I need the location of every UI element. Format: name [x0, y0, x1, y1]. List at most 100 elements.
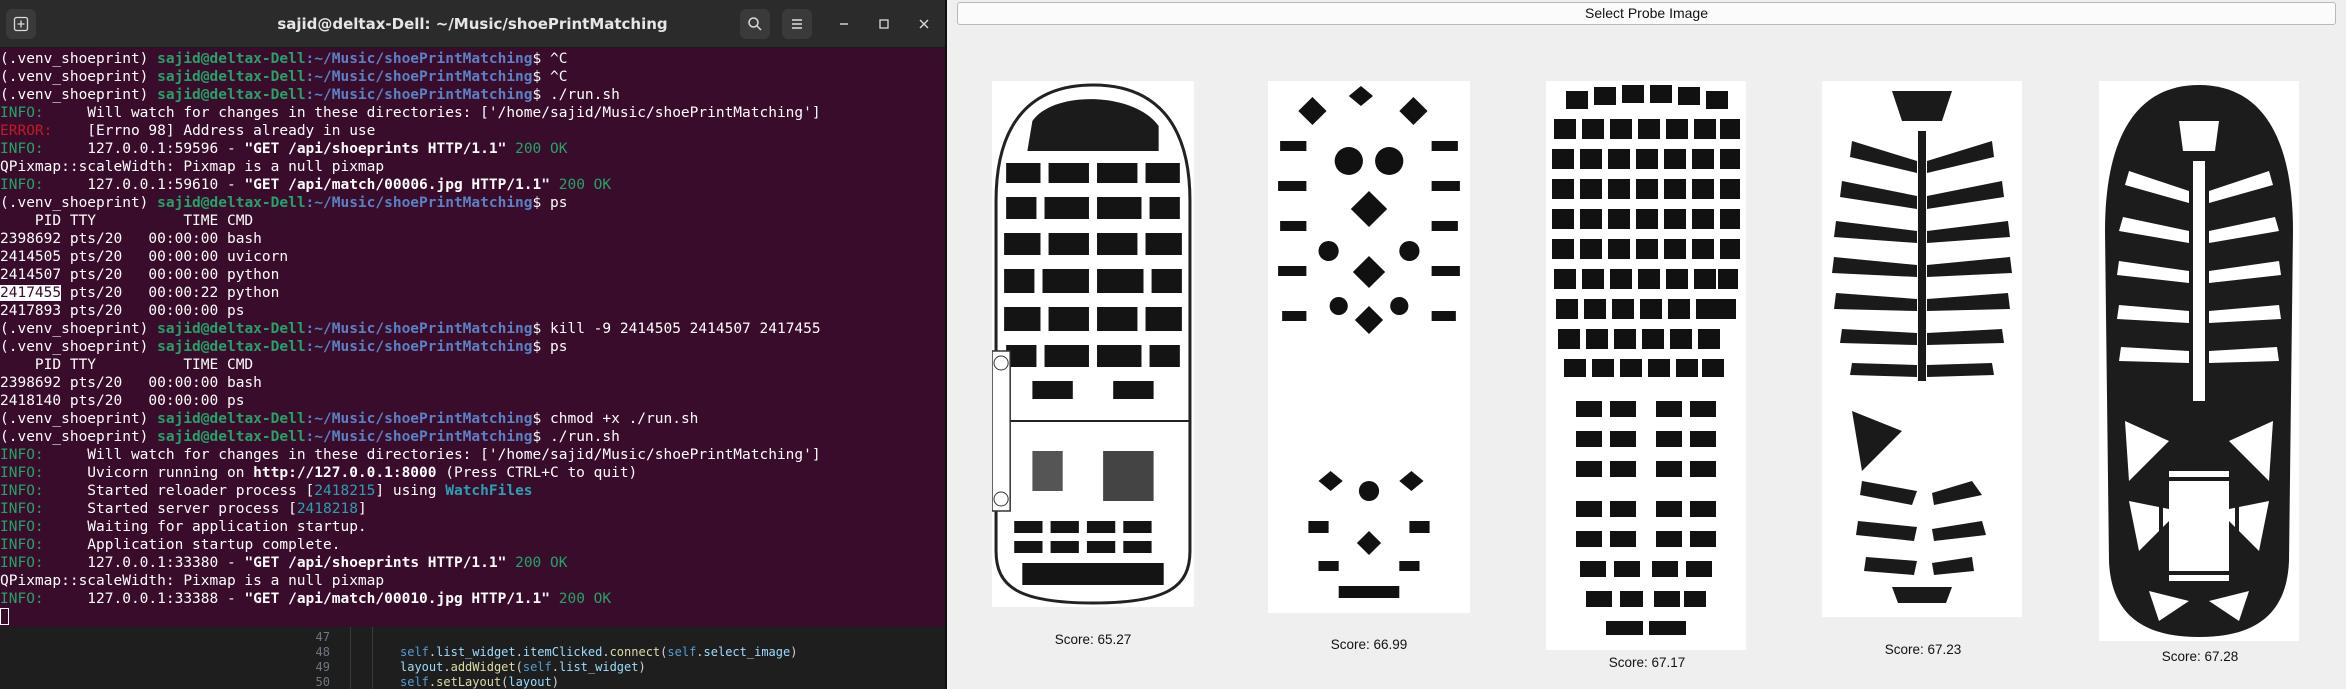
terminal-line[interactable]: INFO: 127.0.0.1:33380 - "GET /api/shoepr… — [0, 554, 945, 572]
log-message-part: Uvicorn running on — [43, 465, 254, 481]
new-tab-icon[interactable] — [6, 9, 36, 39]
code-token: . — [696, 645, 704, 659]
log-request: "GET /api/shoeprints HTTP/1.1" — [244, 141, 507, 157]
prompt-symbol: $ — [532, 69, 550, 85]
log-client: 127.0.0.1:59596 - — [43, 141, 245, 157]
prompt-symbol: $ — [532, 51, 550, 67]
terminal-line[interactable]: INFO: 127.0.0.1:33388 - "GET /api/match/… — [0, 590, 945, 608]
terminal-line[interactable]: (.venv_shoeprint) sajid@deltax-Dell:~/Mu… — [0, 410, 945, 428]
prompt-env: (.venv_shoeprint) — [0, 321, 158, 337]
select-probe-image-button[interactable]: Select Probe Image — [957, 2, 2336, 25]
terminal-window[interactable]: sajid@deltax-Dell: ~/Music/shoePrintMatc… — [0, 0, 945, 627]
prompt-path: :~/Music/shoePrintMatching — [305, 87, 533, 103]
terminal-line[interactable]: INFO: Will watch for changes in these di… — [0, 104, 945, 122]
search-icon[interactable] — [740, 9, 770, 39]
log-request: "GET /api/shoeprints HTTP/1.1" — [244, 555, 507, 571]
terminal-line[interactable]: 2414505 pts/20 00:00:00 uvicorn — [0, 248, 945, 266]
log-client: 127.0.0.1:33380 - — [43, 555, 245, 571]
terminal-line[interactable] — [0, 608, 945, 626]
terminal-text: 2398692 pts/20 00:00:00 bash — [0, 231, 262, 247]
code-line[interactable]: self.list_widget.itemClicked.connect(sel… — [400, 645, 797, 660]
log-level-info: INFO: — [0, 465, 44, 481]
editor-code[interactable]: self.list_widget.itemClicked.connect(sel… — [400, 630, 797, 689]
code-line[interactable]: self.setLayout(layout) — [400, 675, 797, 689]
terminal-line[interactable]: 2417893 pts/20 00:00:00 ps — [0, 302, 945, 320]
terminal-text: 2414507 pts/20 00:00:00 python — [0, 267, 280, 283]
terminal-line[interactable]: 2417455 pts/20 00:00:22 python — [0, 284, 945, 302]
terminal-line[interactable]: QPixmap::scaleWidth: Pixmap is a null pi… — [0, 572, 945, 590]
shoeprint-result-4[interactable] — [1822, 81, 2022, 617]
code-token: connect — [609, 645, 661, 659]
terminal-line[interactable]: INFO: 127.0.0.1:59596 - "GET /api/shoepr… — [0, 140, 945, 158]
terminal-line[interactable]: QPixmap::scaleWidth: Pixmap is a null pi… — [0, 158, 945, 176]
code-token: layout — [508, 675, 552, 689]
prompt-user: sajid@deltax-Dell — [157, 69, 306, 85]
code-token: ) — [551, 675, 559, 689]
terminal-line[interactable]: (.venv_shoeprint) sajid@deltax-Dell:~/Mu… — [0, 338, 945, 356]
terminal-line[interactable]: 2398692 pts/20 00:00:00 bash — [0, 230, 945, 248]
code-token: ( — [515, 660, 523, 674]
terminal-text: 2417893 pts/20 00:00:00 ps — [0, 303, 245, 319]
result-score: Score: 67.28 — [2161, 649, 2239, 664]
code-editor-fragment[interactable]: 47 48 49 50 self.list_widget.itemClicked.co… — [0, 627, 945, 689]
terminal-line[interactable]: INFO: Started server process [2418218] — [0, 500, 945, 518]
line-number: 49 — [315, 660, 330, 674]
prompt-user: sajid@deltax-Dell — [157, 411, 306, 427]
terminal-line[interactable]: INFO: 127.0.0.1:59610 - "GET /api/match/… — [0, 176, 945, 194]
log-status: 200 OK — [550, 177, 612, 193]
code-line[interactable] — [400, 630, 797, 645]
prompt-env: (.venv_shoeprint) — [0, 429, 158, 445]
log-status: 200 OK — [506, 555, 568, 571]
log-message-part: 2418215 — [314, 483, 376, 499]
log-level-error: ERROR: — [0, 123, 53, 139]
prompt-env: (.venv_shoeprint) — [0, 51, 158, 67]
terminal-line[interactable]: INFO: Started reloader process [2418215]… — [0, 482, 945, 500]
command-text: ps — [550, 339, 568, 355]
indent-guide — [350, 627, 351, 689]
prompt-env: (.venv_shoeprint) — [0, 339, 158, 355]
prompt-env: (.venv_shoeprint) — [0, 195, 158, 211]
code-line[interactable]: layout.addWidget(self.list_widget) — [400, 660, 797, 675]
code-token: addWidget — [450, 660, 516, 674]
terminal-line[interactable]: 2414507 pts/20 00:00:00 python — [0, 266, 945, 284]
log-message-part: Started server process [ — [43, 501, 297, 517]
command-text: ./run.sh — [550, 429, 620, 445]
shoeprint-result-1[interactable] — [992, 81, 1194, 607]
prompt-user: sajid@deltax-Dell — [157, 339, 306, 355]
code-token: self — [400, 675, 429, 689]
terminal-line[interactable]: (.venv_shoeprint) sajid@deltax-Dell:~/Mu… — [0, 428, 945, 446]
hamburger-menu-icon[interactable] — [782, 9, 812, 39]
code-token: . — [602, 645, 610, 659]
shoeprint-result-5[interactable] — [2099, 81, 2299, 641]
log-level-info: INFO: — [0, 105, 44, 121]
minimize-icon[interactable] — [829, 9, 859, 39]
terminal-line[interactable]: PID TTY TIME CMD — [0, 212, 945, 230]
log-level-info: INFO: — [0, 537, 44, 553]
terminal-line[interactable]: 2418140 pts/20 00:00:00 ps — [0, 392, 945, 410]
terminal-line[interactable]: PID TTY TIME CMD — [0, 356, 945, 374]
command-text: ps — [550, 195, 568, 211]
terminal-line[interactable]: INFO: Uvicorn running on http://127.0.0.… — [0, 464, 945, 482]
close-icon[interactable] — [909, 9, 939, 39]
log-message-part: (Press CTRL+C to quit) — [436, 465, 638, 481]
terminal-line[interactable]: (.venv_shoeprint) sajid@deltax-Dell:~/Mu… — [0, 320, 945, 338]
command-text: ^C — [550, 51, 568, 67]
terminal-line[interactable]: (.venv_shoeprint) sajid@deltax-Dell:~/Mu… — [0, 194, 945, 212]
terminal-line[interactable]: (.venv_shoeprint) sajid@deltax-Dell:~/Mu… — [0, 86, 945, 104]
terminal-line[interactable]: INFO: Will watch for changes in these di… — [0, 446, 945, 464]
terminal-line[interactable]: INFO: Application startup complete. — [0, 536, 945, 554]
log-level-info: INFO: — [0, 483, 44, 499]
terminal-line[interactable]: (.venv_shoeprint) sajid@deltax-Dell:~/Mu… — [0, 68, 945, 86]
prompt-path: :~/Music/shoePrintMatching — [305, 195, 533, 211]
maximize-icon[interactable] — [869, 9, 899, 39]
shoeprint-result-2[interactable] — [1268, 81, 1470, 613]
terminal-line[interactable]: ERROR: [Errno 98] Address already in use — [0, 122, 945, 140]
code-token: self — [667, 645, 697, 659]
command-text: chmod +x ./run.sh — [550, 411, 699, 427]
terminal-line[interactable]: 2398692 pts/20 00:00:00 bash — [0, 374, 945, 392]
terminal-titlebar[interactable]: sajid@deltax-Dell: ~/Music/shoePrintMatc… — [0, 0, 945, 48]
terminal-line[interactable]: (.venv_shoeprint) sajid@deltax-Dell:~/Mu… — [0, 50, 945, 68]
terminal-line[interactable]: INFO: Waiting for application startup. — [0, 518, 945, 536]
terminal-output[interactable]: (.venv_shoeprint) sajid@deltax-Dell :~/Mu… — [0, 50, 945, 627]
shoeprint-result-3[interactable] — [1546, 81, 1746, 650]
